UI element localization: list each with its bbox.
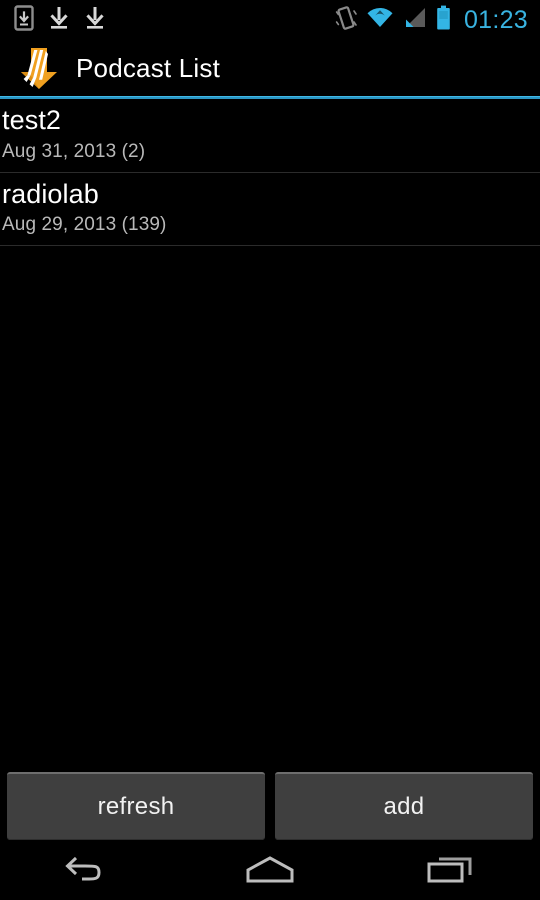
system-navigation-bar bbox=[0, 840, 540, 900]
home-icon bbox=[242, 853, 298, 887]
podcast-download-logo[interactable] bbox=[18, 46, 60, 90]
nav-back-button[interactable] bbox=[0, 840, 180, 900]
recent-apps-icon bbox=[424, 853, 476, 887]
wifi-icon bbox=[366, 6, 394, 35]
status-bar-notifications bbox=[14, 4, 106, 36]
action-bar: Podcast List bbox=[0, 40, 540, 96]
podcast-title: radiolab bbox=[2, 178, 99, 209]
podcast-meta: Aug 29, 2013 (139) bbox=[2, 214, 167, 236]
nav-recents-button[interactable] bbox=[360, 840, 540, 900]
action-button-bar: refresh add bbox=[0, 772, 540, 840]
status-bar-system: 01:23 bbox=[335, 5, 528, 36]
podcast-meta: Aug 31, 2013 (2) bbox=[2, 140, 146, 162]
cellular-signal-icon bbox=[403, 6, 427, 35]
download-icon bbox=[84, 5, 106, 36]
list-item[interactable]: radiolab Aug 29, 2013 (139) bbox=[0, 172, 540, 247]
refresh-button[interactable]: refresh bbox=[7, 772, 265, 840]
download-icon bbox=[48, 5, 70, 36]
device-download-icon bbox=[14, 4, 34, 36]
podcast-list[interactable]: test2 Aug 31, 2013 (2) radiolab Aug 29, … bbox=[0, 99, 540, 772]
podcast-title: test2 bbox=[2, 105, 62, 135]
status-bar-clock: 01:23 bbox=[463, 5, 528, 34]
back-arrow-icon bbox=[63, 853, 117, 887]
nav-home-button[interactable] bbox=[180, 840, 360, 900]
list-item[interactable]: test2 Aug 31, 2013 (2) bbox=[0, 99, 540, 173]
page-title: Podcast List bbox=[76, 53, 221, 83]
add-button[interactable]: add bbox=[275, 772, 533, 840]
android-screen: 01:23 Podcast List test2 Aug 31, 2013 (2… bbox=[0, 0, 540, 900]
vibrate-icon bbox=[335, 5, 357, 36]
battery-icon bbox=[436, 5, 451, 36]
status-bar: 01:23 bbox=[0, 0, 540, 40]
